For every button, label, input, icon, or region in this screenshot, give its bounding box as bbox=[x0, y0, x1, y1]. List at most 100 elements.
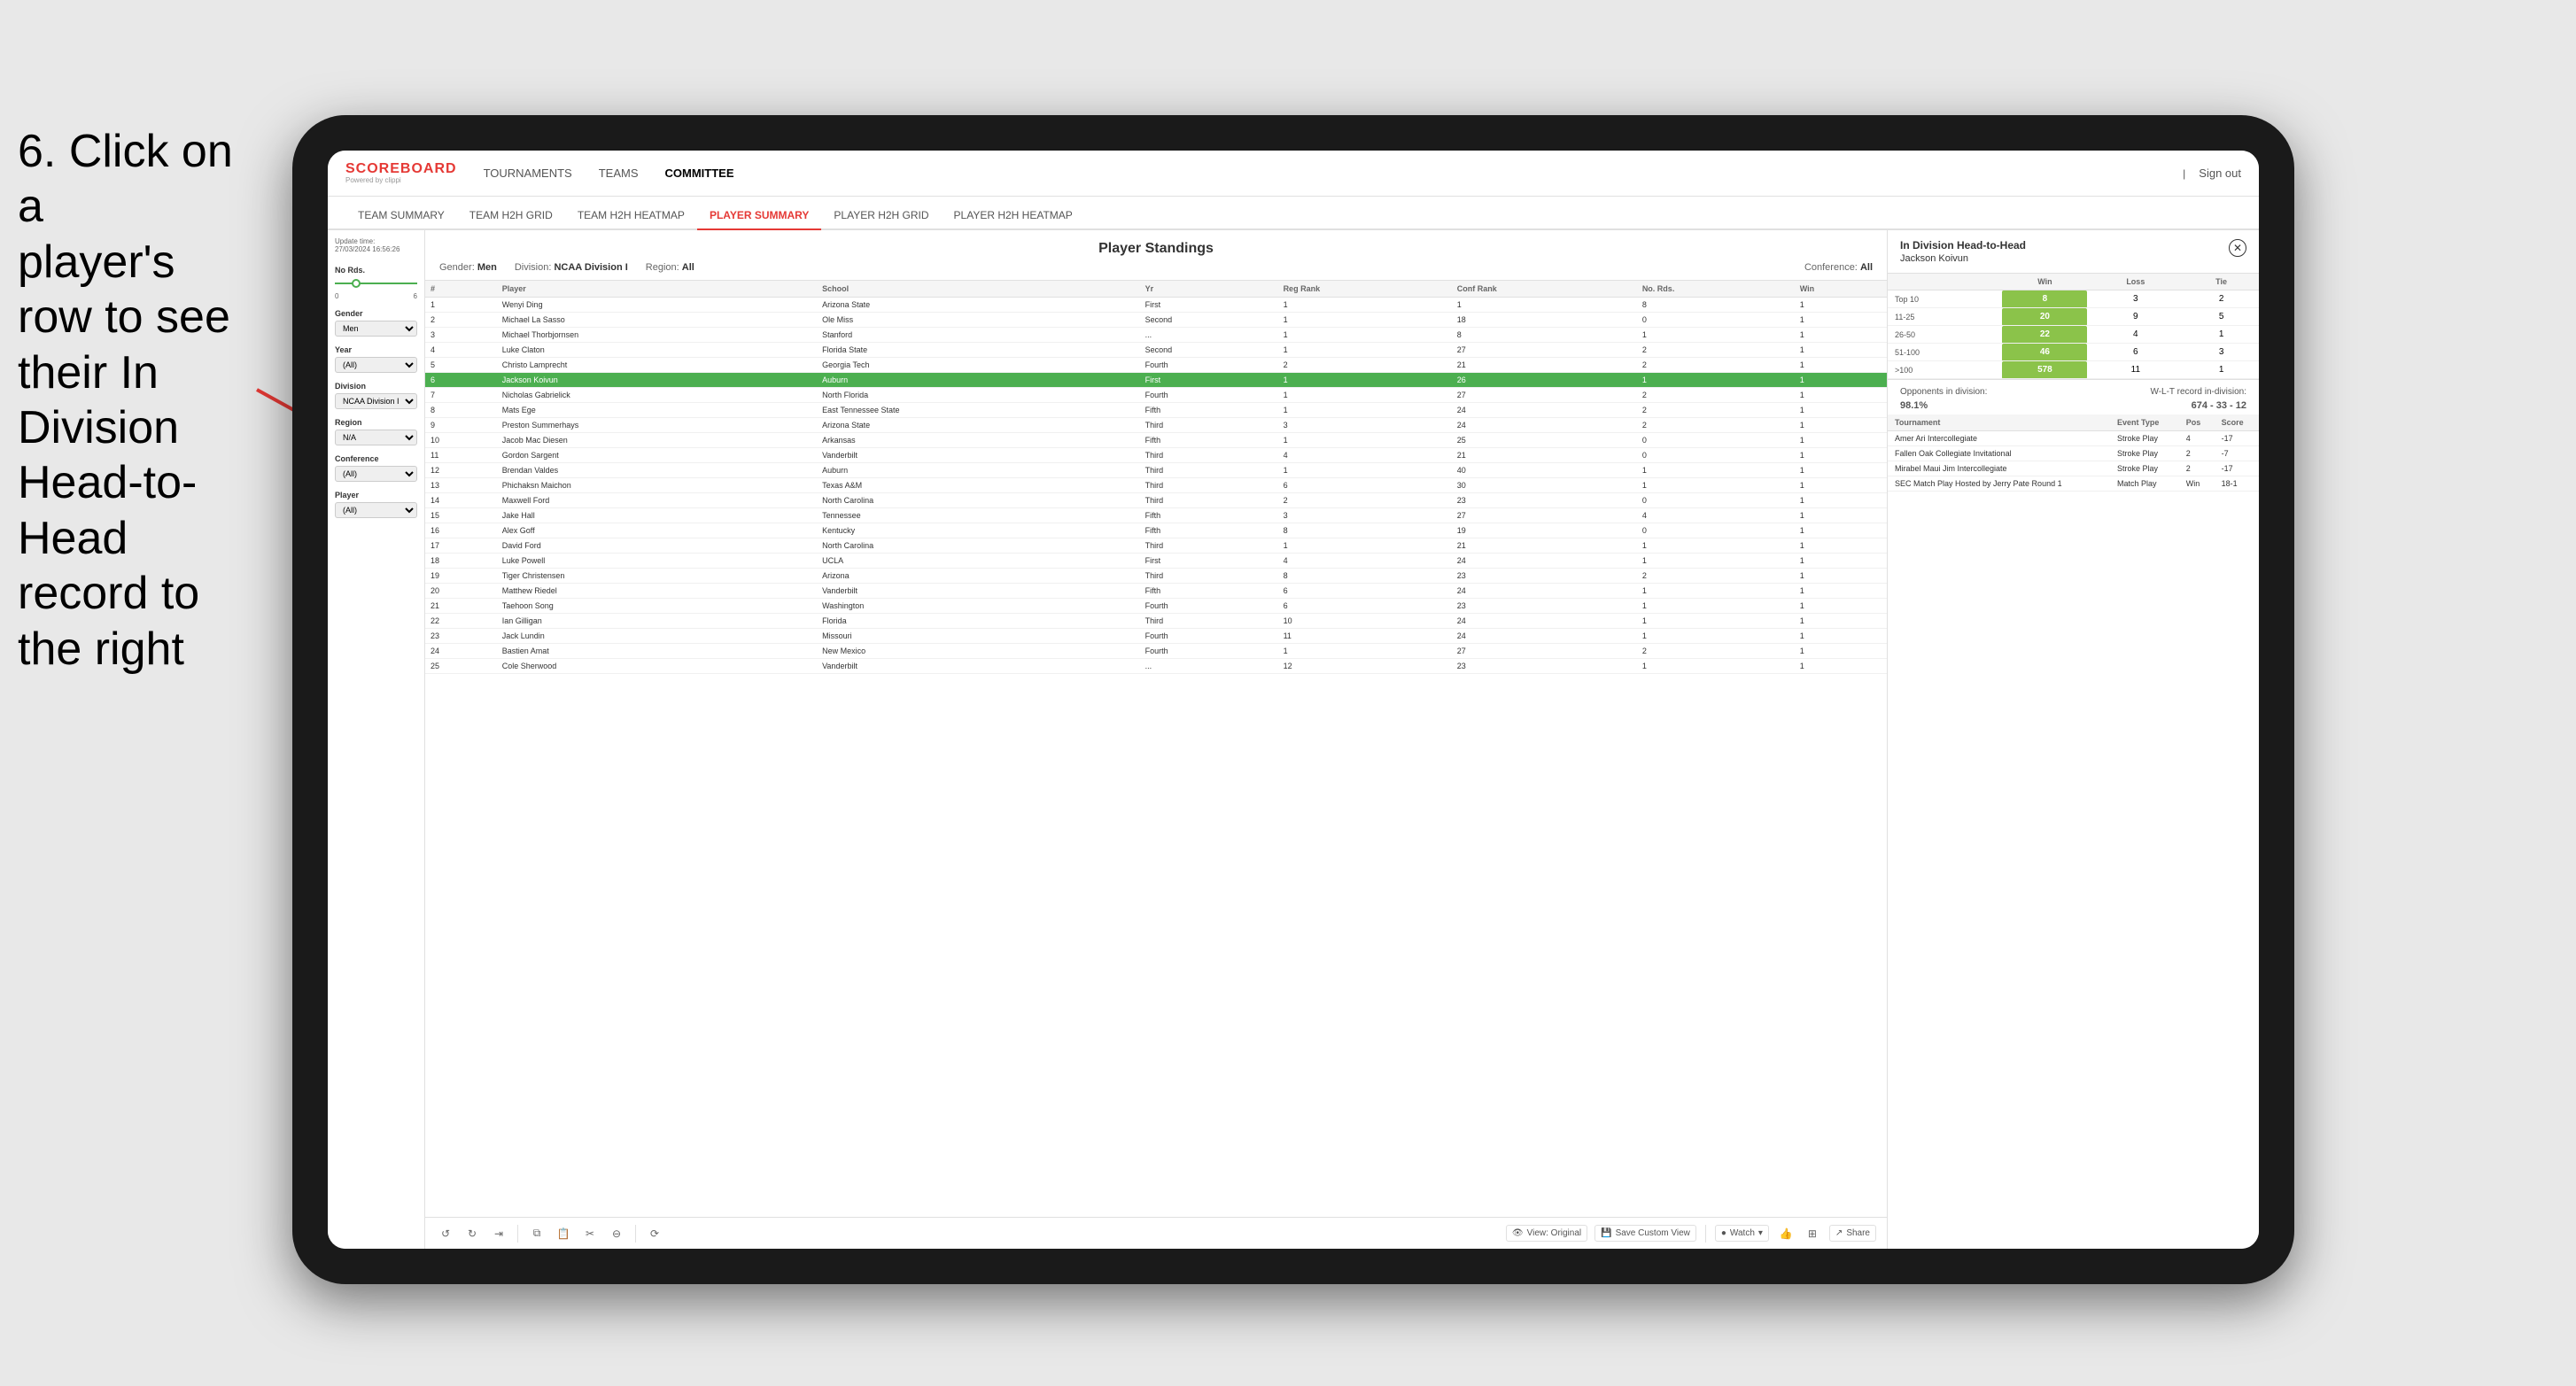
cell-school: Stanford bbox=[817, 328, 1140, 343]
cell-yr: Third bbox=[1140, 569, 1278, 584]
cell-conf-rank: 24 bbox=[1452, 418, 1637, 433]
table-row[interactable]: 24 Bastien Amat New Mexico Fourth 1 27 2… bbox=[425, 644, 1887, 659]
cut-icon[interactable]: ✂ bbox=[580, 1224, 600, 1243]
table-row[interactable]: 2 Michael La Sasso Ole Miss Second 1 18 … bbox=[425, 313, 1887, 328]
nav-teams[interactable]: TEAMS bbox=[599, 163, 639, 183]
table-row[interactable]: 21 Taehoon Song Washington Fourth 6 23 1… bbox=[425, 599, 1887, 614]
col-win: Win bbox=[2002, 274, 2087, 290]
table-row[interactable]: 11 Gordon Sargent Vanderbilt Third 4 21 … bbox=[425, 448, 1887, 463]
undo-icon[interactable]: ↺ bbox=[436, 1224, 455, 1243]
delete-icon[interactable]: ⊖ bbox=[607, 1224, 626, 1243]
table-row[interactable]: 17 David Ford North Carolina Third 1 21 … bbox=[425, 538, 1887, 554]
cell-school: Tennessee bbox=[817, 508, 1140, 523]
h2h-row: 26-50 22 4 1 bbox=[1888, 326, 2259, 344]
cell-tie: 1 bbox=[2184, 326, 2259, 344]
cell-yr: Third bbox=[1140, 448, 1278, 463]
table-row[interactable]: 16 Alex Goff Kentucky Fifth 8 19 0 1 bbox=[425, 523, 1887, 538]
gender-select[interactable]: Men bbox=[335, 321, 417, 337]
tab-team-h2h-grid[interactable]: TEAM H2H GRID bbox=[457, 202, 565, 230]
tournament-row: SEC Match Play Hosted by Jerry Pate Roun… bbox=[1888, 476, 2259, 492]
tab-player-h2h-heatmap[interactable]: PLAYER H2H HEATMAP bbox=[942, 202, 1085, 230]
cell-conf-rank: 23 bbox=[1452, 569, 1637, 584]
thumbup-icon[interactable]: 👍 bbox=[1776, 1224, 1796, 1243]
conference-select[interactable]: (All) bbox=[335, 466, 417, 482]
cell-rank: 18 bbox=[425, 554, 497, 569]
cell-school: Washington bbox=[817, 599, 1140, 614]
table-row[interactable]: 15 Jake Hall Tennessee Fifth 3 27 4 1 bbox=[425, 508, 1887, 523]
tournament-row: Mirabel Maui Jim Intercollegiate Stroke … bbox=[1888, 461, 2259, 476]
table-row[interactable]: 10 Jacob Mac Diesen Arkansas Fifth 1 25 … bbox=[425, 433, 1887, 448]
cell-player: Gordon Sargent bbox=[497, 448, 817, 463]
standings-header: Player Standings Gender: Men Division: N… bbox=[425, 230, 1887, 281]
sign-out-link[interactable]: Sign out bbox=[2199, 163, 2241, 183]
h2h-close-btn[interactable]: ✕ bbox=[2229, 239, 2246, 257]
h2h-header-text: In Division Head-to-Head Jackson Koivun bbox=[1900, 239, 2026, 264]
nav-tournaments[interactable]: TOURNAMENTS bbox=[484, 163, 572, 183]
grid-icon[interactable]: ⊞ bbox=[1803, 1224, 1822, 1243]
region-select[interactable]: N/A bbox=[335, 430, 417, 445]
tab-player-summary[interactable]: PLAYER SUMMARY bbox=[697, 202, 821, 230]
table-row[interactable]: 1 Wenyi Ding Arizona State First 1 1 8 1 bbox=[425, 298, 1887, 313]
table-row[interactable]: 12 Brendan Valdes Auburn Third 1 40 1 1 bbox=[425, 463, 1887, 478]
save-custom-btn[interactable]: 💾 Save Custom View bbox=[1594, 1225, 1696, 1242]
player-select[interactable]: (All) bbox=[335, 502, 417, 518]
cell-player: Tiger Christensen bbox=[497, 569, 817, 584]
cell-rank: 15 bbox=[425, 508, 497, 523]
cell-school: New Mexico bbox=[817, 644, 1140, 659]
year-filter: Year (All) bbox=[335, 345, 417, 373]
logo-area: SCOREBOARD Powered by clippi bbox=[345, 162, 457, 184]
cell-event-type: Stroke Play bbox=[2110, 431, 2179, 446]
table-row[interactable]: 4 Luke Claton Florida State Second 1 27 … bbox=[425, 343, 1887, 358]
cell-conf-rank: 21 bbox=[1452, 358, 1637, 373]
cell-tournament-name: Mirabel Maui Jim Intercollegiate bbox=[1888, 461, 2110, 476]
cell-rank: 17 bbox=[425, 538, 497, 554]
cell-rank: 12 bbox=[425, 463, 497, 478]
refresh-icon[interactable]: ⟳ bbox=[645, 1224, 664, 1243]
col-conf-rank: Conf Rank bbox=[1452, 281, 1637, 298]
table-row[interactable]: 23 Jack Lundin Missouri Fourth 11 24 1 1 bbox=[425, 629, 1887, 644]
table-row[interactable]: 25 Cole Sherwood Vanderbilt ... 12 23 1 … bbox=[425, 659, 1887, 674]
cell-school: Kentucky bbox=[817, 523, 1140, 538]
cell-conf-rank: 23 bbox=[1452, 493, 1637, 508]
tab-team-summary[interactable]: TEAM SUMMARY bbox=[345, 202, 457, 230]
table-row[interactable]: 20 Matthew Riedel Vanderbilt Fifth 6 24 … bbox=[425, 584, 1887, 599]
table-row[interactable]: 19 Tiger Christensen Arizona Third 8 23 … bbox=[425, 569, 1887, 584]
tab-player-h2h-grid[interactable]: PLAYER H2H GRID bbox=[821, 202, 941, 230]
cell-tournament-name: SEC Match Play Hosted by Jerry Pate Roun… bbox=[1888, 476, 2110, 492]
cell-conf-rank: 23 bbox=[1452, 599, 1637, 614]
cell-rank-range: >100 bbox=[1888, 361, 2002, 379]
player-filter: Player (All) bbox=[335, 491, 417, 518]
no-rds-slider[interactable] bbox=[335, 278, 417, 289]
copy-icon[interactable]: ⧉ bbox=[527, 1224, 547, 1243]
opponents-pct: 98.1% bbox=[1900, 400, 1928, 411]
forward-icon[interactable]: ⇥ bbox=[489, 1224, 508, 1243]
cell-rank: 6 bbox=[425, 373, 497, 388]
table-row[interactable]: 9 Preston Summerhays Arizona State Third… bbox=[425, 418, 1887, 433]
table-row[interactable]: 6 Jackson Koivun Auburn First 1 26 1 1 bbox=[425, 373, 1887, 388]
table-row[interactable]: 13 Phichaksn Maichon Texas A&M Third 6 3… bbox=[425, 478, 1887, 493]
table-row[interactable]: 22 Ian Gilligan Florida Third 10 24 1 1 bbox=[425, 614, 1887, 629]
col-yr: Yr bbox=[1140, 281, 1278, 298]
watch-btn[interactable]: ● Watch ▾ bbox=[1715, 1225, 1769, 1242]
conference-filter: Conference (All) bbox=[335, 454, 417, 482]
paste-icon[interactable]: 📋 bbox=[554, 1224, 573, 1243]
cell-conf-rank: 27 bbox=[1452, 388, 1637, 403]
table-row[interactable]: 18 Luke Powell UCLA First 4 24 1 1 bbox=[425, 554, 1887, 569]
table-row[interactable]: 3 Michael Thorbjornsen Stanford ... 1 8 … bbox=[425, 328, 1887, 343]
tab-team-h2h-heatmap[interactable]: TEAM H2H HEATMAP bbox=[565, 202, 697, 230]
cell-tie: 5 bbox=[2184, 308, 2259, 326]
view-original-btn[interactable]: 👁 View: Original bbox=[1506, 1225, 1587, 1242]
division-select[interactable]: NCAA Division I bbox=[335, 393, 417, 409]
table-row[interactable]: 8 Mats Ege East Tennessee State Fifth 1 … bbox=[425, 403, 1887, 418]
year-select[interactable]: (All) bbox=[335, 357, 417, 373]
table-row[interactable]: 14 Maxwell Ford North Carolina Third 2 2… bbox=[425, 493, 1887, 508]
instruction-text: 6. Click on a player's row to see their … bbox=[0, 106, 275, 694]
table-row[interactable]: 7 Nicholas Gabrielick North Florida Four… bbox=[425, 388, 1887, 403]
cell-rank: 14 bbox=[425, 493, 497, 508]
nav-committee[interactable]: COMMITTEE bbox=[665, 163, 734, 183]
table-row[interactable]: 5 Christo Lamprecht Georgia Tech Fourth … bbox=[425, 358, 1887, 373]
share-icon: ↗ bbox=[1835, 1228, 1843, 1238]
share-btn[interactable]: ↗ Share bbox=[1829, 1225, 1876, 1242]
redo-icon[interactable]: ↻ bbox=[462, 1224, 482, 1243]
cell-school: Arkansas bbox=[817, 433, 1140, 448]
